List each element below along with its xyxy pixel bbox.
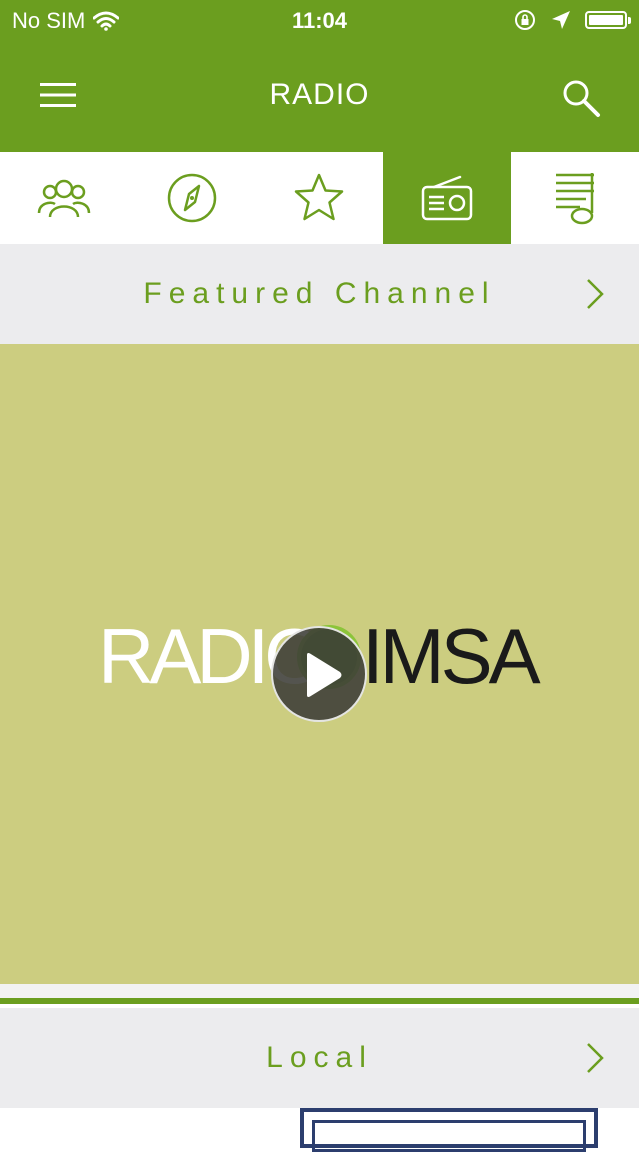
tab-playlists[interactable] [511,152,639,244]
radio-icon [422,175,473,221]
star-icon [295,173,344,221]
chevron-right-icon [587,1043,604,1073]
play-button[interactable] [271,626,367,722]
logo-text-imsa: IMSA [362,612,541,700]
battery-icon [585,11,631,29]
local-header[interactable]: Local [0,1008,639,1108]
nav-bar: RADIO [0,40,639,152]
status-right [513,8,631,32]
local-channel-thumbnail[interactable] [300,1108,598,1152]
people-icon [37,179,91,218]
tab-bar [0,152,639,244]
chevron-right-icon [587,279,604,309]
page-title: RADIO [269,78,370,111]
featured-channel-header[interactable]: Featured Channel [0,244,639,344]
status-bar: No SIM 11:04 [0,0,639,40]
local-label: Local [266,1041,373,1074]
tab-people[interactable] [0,152,128,244]
location-arrow-icon [552,11,570,29]
featured-channel-label: Featured Channel [143,277,496,310]
tab-radio[interactable] [383,152,512,244]
search-icon[interactable] [561,78,601,118]
orientation-lock-icon [515,10,535,30]
tab-favorites[interactable] [256,152,384,244]
play-icon [307,653,342,697]
section-divider-accent [0,998,639,1004]
music-list-icon [556,173,595,225]
compass-icon [167,173,216,223]
tab-explore[interactable] [128,152,256,244]
section-divider [0,984,639,998]
